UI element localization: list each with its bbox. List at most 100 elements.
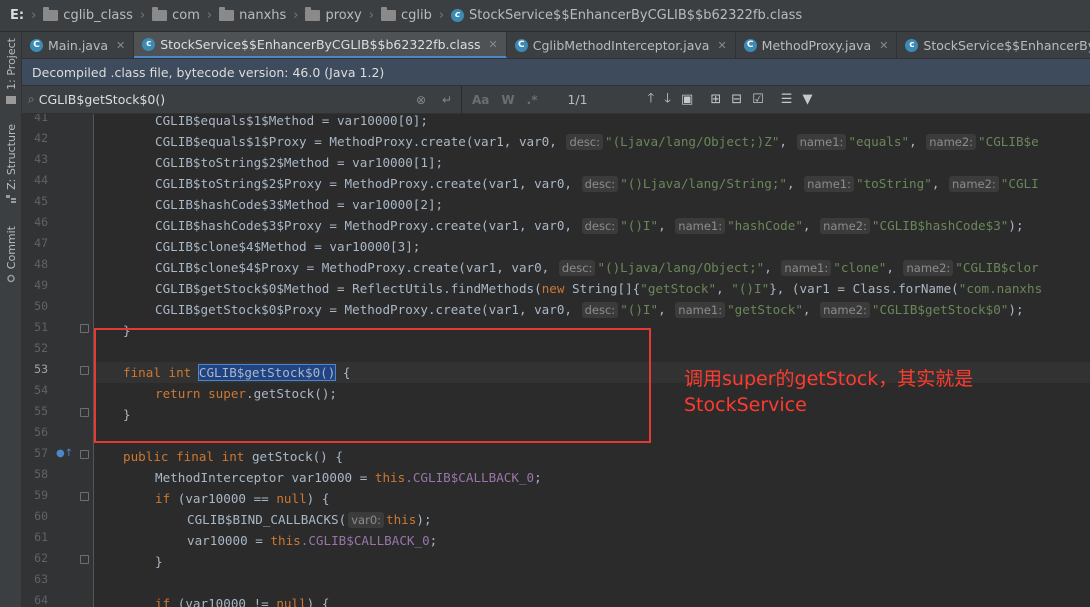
code-line-50: CGLIB$getStock$0$Proxy = MethodProxy.cre… [155,302,1024,318]
code-line-44: CGLIB$toString$2$Proxy = MethodProxy.cre… [155,176,1039,192]
tab-stockservice-enhancer-2[interactable]: c StockService$$EnhancerByCGLIB$$b62 [897,32,1090,58]
add-selection-icon[interactable]: ⊞ [710,92,721,107]
close-icon[interactable]: ✕ [116,39,125,52]
fold-icon[interactable] [80,408,89,417]
fold-icon[interactable] [80,492,89,501]
line-number: 41 [34,114,48,124]
line-number: 49 [34,278,48,292]
whole-word-toggle[interactable]: W [501,93,514,107]
line-number: 61 [34,530,48,544]
param-hint: desc: [581,218,619,234]
breadcrumb-item-nanxhs[interactable]: nanxhs [219,7,286,23]
project-tool-button[interactable]: 1: Project [0,38,22,104]
code-line-60: CGLIB$BIND_CALLBACKS(var0: this); [187,512,432,528]
param-hint: var0: [348,512,385,528]
line-number: 48 [34,257,48,271]
filter-icon[interactable]: ▼ [802,92,812,107]
code-line-62: } [155,554,163,569]
fold-icon[interactable] [80,555,89,564]
fold-icon[interactable] [80,450,89,459]
clear-icon[interactable]: ⊗ [416,93,426,107]
search-icon[interactable]: ⌕ [28,92,35,107]
line-number: 50 [34,299,48,313]
param-hint: name1: [804,176,854,192]
commit-icon [7,274,15,283]
param-hint: name2: [820,302,870,318]
code-line-49: CGLIB$getStock$0$Method = ReflectUtils.f… [155,281,1043,296]
breadcrumb-file[interactable]: c StockService$$EnhancerByCGLIB$$b62322fb… [451,8,802,23]
close-icon[interactable]: ✕ [489,38,498,51]
close-icon[interactable]: ✕ [879,39,888,52]
regex-toggle[interactable]: .* [527,93,538,107]
breadcrumb-drive[interactable]: E: [10,8,24,23]
decompiled-banner: Decompiled .class file, bytecode version… [22,59,1090,86]
folder-icon [152,7,168,21]
line-number: 52 [34,341,48,355]
breadcrumb-item-com[interactable]: com [152,7,200,23]
line-number: 59 [34,488,48,502]
param-hint: desc: [581,176,619,192]
tab-stockservice-enhancer-class[interactable]: c StockService$$EnhancerByCGLIB$$b62322f… [134,32,507,58]
arrow-up-icon[interactable]: 🡑 [647,89,654,111]
param-hint: desc: [566,134,604,150]
breadcrumb-separator: › [31,8,37,23]
code-line-43: CGLIB$toString$2$Method = var10000[1]; [155,155,444,170]
java-class-icon: C [514,39,528,52]
param-hint: desc: [558,260,596,276]
commit-tool-button[interactable]: Commit [0,226,22,283]
java-class-icon: C [30,39,43,52]
code-line-61: var10000 = this.CGLIB$CALLBACK_0; [187,533,438,548]
annotation-highlight-box [94,328,651,443]
remove-selection-icon[interactable]: ⊟ [731,92,742,107]
tab-main-java[interactable]: C Main.java ✕ [22,32,135,58]
breadcrumb-item-cglib-class[interactable]: cglib_class [43,7,133,23]
line-number: 47 [34,236,48,250]
search-input[interactable] [38,92,409,107]
param-hint: name2: [820,218,870,234]
line-gutter[interactable]: 41 42 43 44 45 46 47 48 49 50 51 52 53 5… [22,114,94,607]
line-number: 44 [34,173,48,187]
tab-cglib-method-interceptor[interactable]: C CglibMethodInterceptor.java ✕ [507,32,736,58]
code-line-64: if (var10000 != null) { [155,596,330,607]
implements-icon[interactable]: ●↑ [56,448,73,459]
close-icon[interactable]: ✕ [717,39,726,52]
line-number: 58 [34,467,48,481]
line-number: 56 [34,425,48,439]
folder-icon [380,7,396,21]
line-number: 64 [34,593,48,607]
arrow-down-icon[interactable]: 🡓 [664,89,671,111]
code-line-41: CGLIB$equals$1$Method = var10000[0]; [155,114,428,128]
structure-tool-button[interactable]: Z: Structure [0,124,22,204]
line-number-current: 53 [34,362,48,376]
folder-icon [219,7,235,21]
breadcrumb-item-cglib[interactable]: cglib [380,7,432,23]
match-count: 1/1 [567,92,588,107]
editor-tabs: C Main.java ✕ c StockService$$EnhancerBy… [22,32,1090,59]
search-box: ⌕ ⊗ ↵ [22,85,462,114]
param-hint: desc: [581,302,619,318]
line-number: 51 [34,320,48,334]
java-class-icon: C [743,39,757,52]
code-line-58: MethodInterceptor var10000 = this.CGLIB$… [155,470,542,485]
param-hint: name2: [948,176,999,192]
fold-icon[interactable] [80,366,89,375]
folder-icon [6,95,16,104]
code-line-57: public final int getStock() { [123,449,343,464]
tab-method-proxy[interactable]: C MethodProxy.java ✕ [736,32,898,58]
select-all-matches-icon[interactable]: ☑ [752,92,764,107]
match-case-toggle[interactable]: Aa [472,93,489,107]
new-line-icon[interactable]: ↵ [442,93,452,107]
code-line-48: CGLIB$clone$4$Proxy = MethodProxy.create… [155,260,1039,276]
param-hint: name1: [675,218,726,234]
line-number: 55 [34,404,48,418]
annotation-text: 调用super的getStock，其实就是 StockService [684,368,974,416]
folder-icon [43,7,59,21]
param-hint: name2: [903,260,954,276]
folder-icon [305,7,321,21]
fold-icon[interactable] [80,324,89,333]
select-all-occurrences-icon[interactable]: ▣ [681,92,693,107]
settings-icon[interactable]: ☰ [781,92,793,107]
param-hint: name1: [675,302,726,318]
breadcrumb-item-proxy[interactable]: proxy [305,7,362,23]
line-number: 54 [34,383,48,397]
